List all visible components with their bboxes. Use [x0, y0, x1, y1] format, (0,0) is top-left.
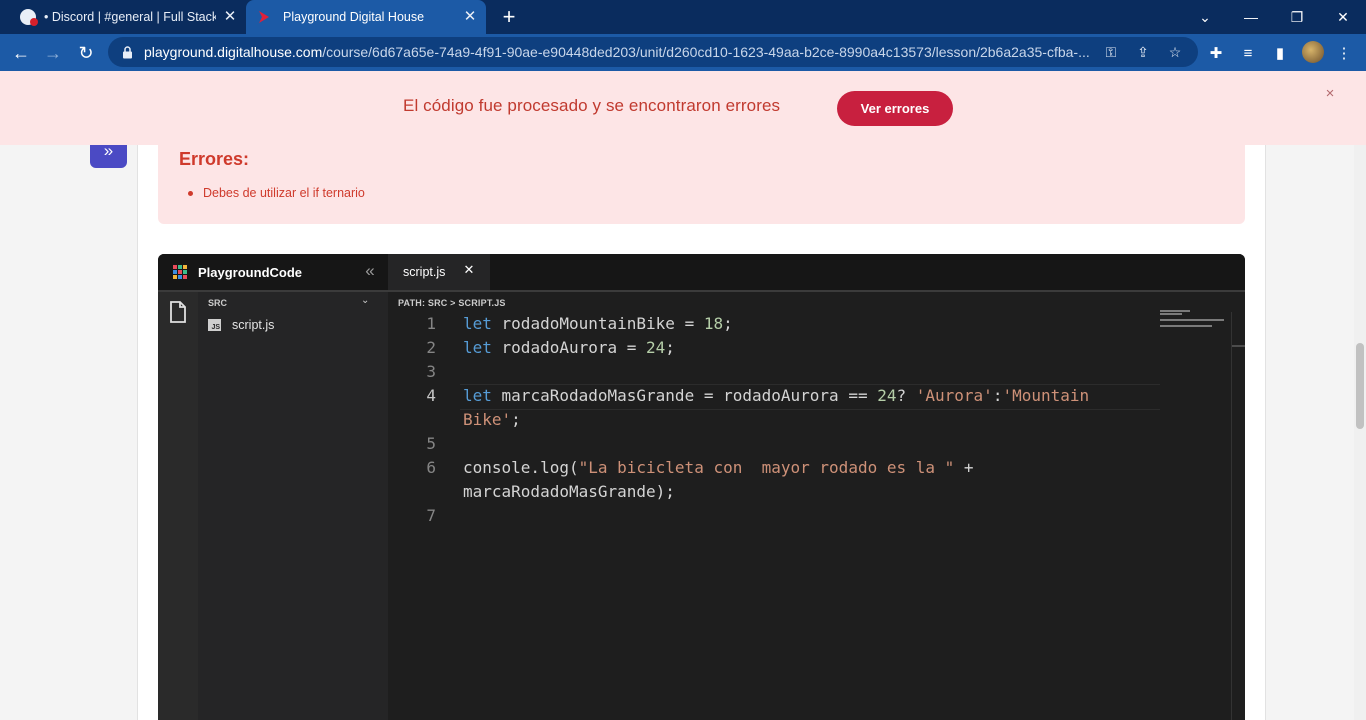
reload-icon[interactable]: ↻	[73, 40, 99, 66]
editor-tab-label: script.js	[403, 265, 446, 279]
playground-logo-icon	[173, 264, 188, 280]
menu-icon[interactable]: ⋮	[1334, 43, 1354, 63]
code-line[interactable]: 2 let rodadoAurora = 24;	[388, 336, 1231, 360]
page-scrollbar[interactable]	[1354, 71, 1366, 720]
url-text: playground.digitalhouse.com/course/6d67a…	[144, 44, 1090, 60]
side-panel-icon[interactable]: ▮	[1270, 43, 1290, 63]
editor-scrollbar[interactable]	[1231, 312, 1245, 720]
close-icon[interactable]: ×	[1323, 86, 1337, 101]
code-text: marcaRodadoMasGrande);	[463, 482, 675, 501]
code-text: console.log("La bicicleta con mayor roda…	[463, 458, 974, 477]
line-number: 6	[426, 458, 436, 477]
scrollbar-thumb[interactable]	[1232, 345, 1245, 347]
close-tab-icon[interactable]: ✕	[462, 9, 478, 25]
close-window-button[interactable]: ✕	[1320, 0, 1366, 34]
tab-title: Playground Digital House	[283, 10, 425, 24]
close-tab-icon[interactable]: ✕	[222, 9, 238, 25]
share-icon[interactable]: ⇪	[1134, 44, 1152, 60]
code-text: let rodadoMountainBike = 18;	[463, 314, 733, 333]
lock-icon[interactable]	[120, 45, 134, 59]
code-lines[interactable]: 1 let rodadoMountainBike = 18; 2 let rod…	[388, 312, 1231, 528]
error-banner: El código fue procesado y se encontraron…	[0, 71, 1366, 145]
code-text: Bike';	[463, 410, 521, 429]
forward-icon[interactable]: →	[40, 40, 66, 66]
files-icon[interactable]	[169, 301, 187, 323]
code-text: let marcaRodadoMasGrande = rodadoAurora …	[463, 386, 1090, 405]
restore-button[interactable]: ❐	[1274, 0, 1320, 34]
js-file-icon: JS	[208, 319, 221, 331]
code-playground: PlaygroundCode « script.js ✕ SRC ⌄ JS sc…	[158, 254, 1245, 720]
code-line[interactable]: 6 console.log("La bicicleta con mayor ro…	[388, 456, 1231, 480]
new-tab-button[interactable]: +	[498, 6, 520, 28]
code-line[interactable]: 5	[388, 432, 1231, 456]
scrollbar-thumb[interactable]	[1356, 343, 1364, 429]
line-number: 1	[426, 314, 436, 333]
banner-message: El código fue procesado y se encontraron…	[403, 96, 781, 115]
discord-icon	[20, 9, 38, 26]
explorer-file-name: script.js	[232, 318, 275, 332]
playground-brand: PlaygroundCode	[158, 254, 388, 290]
tab-title: • Discord | #general | Full Stack N	[44, 10, 216, 24]
playground-title: PlaygroundCode	[198, 264, 303, 280]
file-explorer: SRC ⌄ JS script.js	[198, 292, 388, 720]
back-icon[interactable]: ←	[8, 40, 34, 66]
code-line-wrap[interactable]: marcaRodadoMasGrande);	[388, 480, 1231, 504]
page: » El código fue procesado y se encontrar…	[0, 71, 1366, 720]
line-number: 7	[426, 506, 436, 525]
editor-tab-script[interactable]: script.js ✕	[388, 254, 490, 290]
key-icon[interactable]: ⚿	[1102, 44, 1120, 60]
error-item: Debes de utilizar el if ternario	[188, 186, 365, 200]
view-errors-button[interactable]: Ver errores	[837, 91, 953, 126]
folder-label[interactable]: SRC	[208, 298, 227, 308]
code-line-wrap[interactable]: Bike';	[388, 408, 1231, 432]
close-icon[interactable]: ✕	[462, 263, 476, 277]
digitalhouse-icon	[256, 9, 272, 25]
path-breadcrumb: PATH: SRC > SCRIPT.JS	[398, 298, 506, 308]
tab-search-icon[interactable]: ⌄	[1182, 0, 1228, 34]
chevron-down-icon[interactable]: ⌄	[361, 294, 373, 308]
browser-toolbar: ← → ↻ playground.digitalhouse.com/course…	[0, 34, 1366, 71]
tab-discord[interactable]: • Discord | #general | Full Stack N ✕	[8, 0, 246, 34]
browser-tab-strip: • Discord | #general | Full Stack N ✕ Pl…	[0, 0, 1366, 34]
activity-bar	[158, 292, 198, 720]
code-line[interactable]: 1 let rodadoMountainBike = 18;	[388, 312, 1231, 336]
playground-header: PlaygroundCode « script.js ✕	[158, 254, 1245, 290]
line-number: 3	[426, 362, 436, 381]
bookmark-star-icon[interactable]: ☆	[1166, 44, 1184, 60]
errors-title: Errores:	[179, 149, 250, 169]
code-editor[interactable]: PATH: SRC > SCRIPT.JS 1 let rodadoMounta…	[388, 292, 1245, 720]
collapse-explorer-icon[interactable]: «	[361, 262, 379, 280]
extensions-icon[interactable]: ✚	[1206, 43, 1226, 63]
line-number: 5	[426, 434, 436, 453]
code-line[interactable]: 7	[388, 504, 1231, 528]
media-control-icon[interactable]: ≡	[1238, 43, 1258, 63]
line-number: 4	[426, 386, 436, 405]
code-text: let rodadoAurora = 24;	[463, 338, 675, 357]
errors-panel: Errores: Debes de utilizar el if ternari…	[158, 145, 1245, 224]
explorer-file-item[interactable]: JS script.js	[208, 318, 274, 332]
tab-playground[interactable]: Playground Digital House ✕	[246, 0, 486, 34]
code-line[interactable]: 3	[388, 360, 1231, 384]
minimize-button[interactable]: —	[1228, 0, 1274, 34]
avatar[interactable]	[1302, 41, 1324, 63]
code-line-current[interactable]: 4 let marcaRodadoMasGrande = rodadoAuror…	[388, 384, 1231, 410]
address-bar[interactable]: playground.digitalhouse.com/course/6d67a…	[108, 37, 1198, 67]
line-number: 2	[426, 338, 436, 357]
minimap[interactable]	[1160, 310, 1230, 328]
